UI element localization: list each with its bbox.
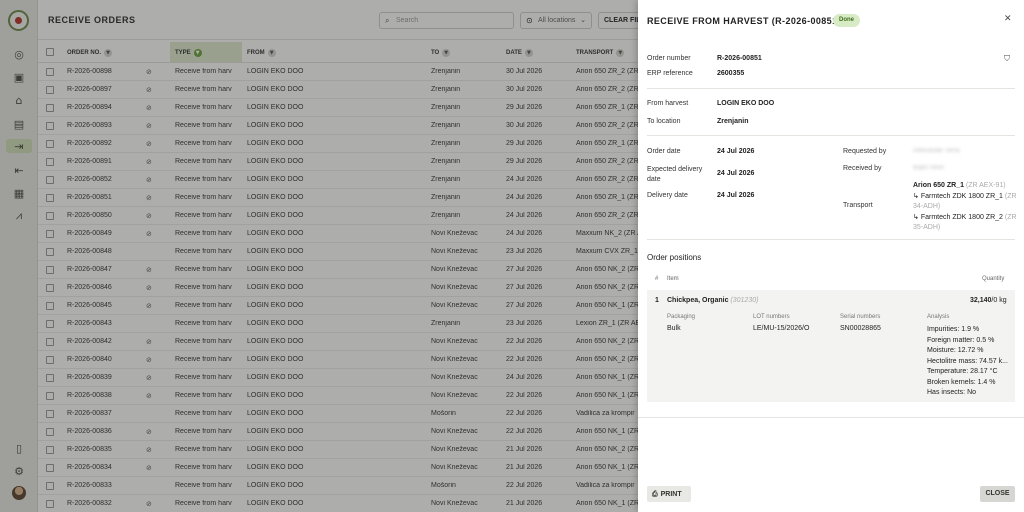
col-quantity: Quantity: [982, 276, 1005, 282]
close-icon[interactable]: ✕: [1004, 14, 1012, 24]
serial-value: SN00028865: [840, 325, 881, 332]
from-harvest-label: From harvest: [647, 100, 689, 107]
col-hash: #: [655, 276, 659, 282]
modal-backdrop[interactable]: [0, 0, 638, 512]
divider: [647, 88, 1015, 89]
print-label: PRINT: [660, 491, 682, 498]
transport-vehicle-reg: (ZR AEX-91): [965, 182, 1006, 189]
to-location-value: Zrenjanin: [717, 118, 749, 125]
transport-trailer-1: ↳ Farmtech ZDK 1800 ZR_1 (ZR 34-ADH): [913, 191, 1018, 212]
position-quantity: 32,140/0 kg: [970, 297, 1007, 304]
detail-panel: RECEIVE FROM HARVEST (R-2026-00851) Done…: [638, 0, 1024, 512]
expected-delivery-value: 24 Jul 2026: [717, 170, 755, 177]
trailer-name: Farmtech ZDK 1800 ZR_1: [920, 193, 1003, 200]
analysis-list: Impurities: 1.9 % Foreign matter: 0.5 % Mo…: [927, 325, 1009, 399]
serial-label: Serial numbers: [840, 314, 881, 320]
transport-vehicle: Arion 650 ZR_1: [913, 182, 964, 189]
lot-value: LE/MU-15/2026/O: [753, 325, 810, 332]
shield-check-icon: ⛉: [1004, 54, 1010, 63]
qty-value: 32,140: [970, 297, 992, 304]
status-badge: Done: [833, 14, 860, 27]
divider: [647, 239, 1015, 240]
from-harvest-value: LOGIN EKO DOO: [717, 100, 775, 107]
analysis-item: Impurities: 1.9 %: [927, 326, 980, 333]
analysis-item: Temperature: 28.17 °C: [927, 368, 998, 375]
analysis-item: Moisture: 12.72 %: [927, 347, 984, 354]
received-by-value: Bojko Venić: [913, 165, 945, 171]
col-item: Item: [667, 276, 679, 282]
analysis-item: Hectolitre mass: 74.57 k...: [927, 357, 1008, 365]
analysis-item: Broken kernels: 1.4 %: [927, 378, 996, 386]
transport-label: Transport: [843, 202, 873, 209]
order-number-label: Order number: [647, 55, 691, 62]
sub-arrow-icon: ↳: [913, 213, 919, 221]
divider: [638, 417, 1024, 418]
delivery-date-label: Delivery date: [647, 192, 688, 199]
position-row[interactable]: 1 Chickpea, Organic (301230) 32,140/0 kg…: [647, 290, 1015, 402]
expected-delivery-label: Expected delivery date: [647, 166, 703, 183]
to-location-label: To location: [647, 118, 681, 125]
panel-title: RECEIVE FROM HARVEST (R-2026-00851): [647, 16, 841, 26]
divider: [647, 135, 1015, 136]
close-button[interactable]: CLOSE: [980, 486, 1015, 502]
position-item: Chickpea, Organic (301230): [667, 297, 758, 304]
packaging-label: Packaging: [667, 314, 696, 320]
order-date-label: Order date: [647, 148, 681, 155]
trailer-name: Farmtech ZDK 1800 ZR_2: [920, 214, 1003, 221]
analysis-label: Analysis: [927, 314, 950, 320]
lot-label: LOT numbers: [753, 314, 790, 320]
sub-arrow-icon: ↳: [913, 192, 919, 200]
analysis-item: Foreign matter: 0.5 %: [927, 336, 995, 344]
received-by-label: Received by: [843, 165, 882, 172]
qty-unit: /0 kg: [991, 297, 1007, 304]
print-button[interactable]: ⎙ PRINT: [647, 486, 691, 502]
transport-trailer-2: ↳ Farmtech ZDK 1800 ZR_2 (ZR 35-ADH): [913, 212, 1018, 233]
item-code: (301230): [730, 297, 759, 304]
order-positions-title: Order positions: [647, 253, 702, 262]
printer-icon: ⎙: [652, 490, 658, 498]
position-index: 1: [655, 297, 659, 304]
erp-reference-label: ERP reference: [647, 70, 693, 77]
erp-reference-value: 2600355: [717, 70, 745, 77]
transport-main: Arion 650 ZR_1 (ZR AEX-91): [913, 182, 1006, 189]
requested-by-label: Requested by: [843, 148, 887, 155]
requested-by-value: Aleksandar Terna: [913, 148, 960, 154]
item-name: Chickpea, Organic: [667, 297, 729, 304]
analysis-item: Has insects: No: [927, 389, 977, 396]
delivery-date-value: 24 Jul 2026: [717, 192, 755, 199]
packaging-value: Bulk: [667, 325, 681, 332]
order-date-value: 24 Jul 2026: [717, 148, 755, 155]
order-number-value: R-2026-00851: [717, 55, 762, 62]
